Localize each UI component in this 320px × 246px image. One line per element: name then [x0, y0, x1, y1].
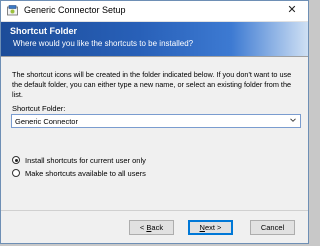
footer-divider [1, 210, 308, 211]
chevron-down-icon[interactable] [290, 117, 296, 123]
back-button[interactable]: < Back [129, 220, 174, 235]
shortcut-folder-label: Shortcut Folder: [12, 104, 66, 113]
next-button[interactable]: Next > [188, 220, 233, 235]
close-icon: ✕ [287, 4, 297, 16]
radio-all-users-label[interactable]: Make shortcuts available to all users [25, 169, 146, 178]
setup-window: Generic Connector Setup ✕ Shortcut Folde… [0, 0, 309, 244]
title-bar: Generic Connector Setup ✕ [1, 1, 308, 22]
radio-current-user-label[interactable]: Install shortcuts for current user only [25, 156, 146, 165]
shortcut-folder-value[interactable]: Generic Connector [15, 117, 78, 126]
window-title: Generic Connector Setup [24, 5, 126, 15]
cancel-button[interactable]: Cancel [250, 220, 295, 235]
page-title: Shortcut Folder [10, 26, 77, 36]
installer-icon [7, 5, 18, 16]
page-subtitle: Where would you like the shortcuts to be… [13, 39, 194, 48]
header-divider [1, 56, 308, 57]
radio-all-users-button[interactable] [12, 169, 20, 177]
description-text: The shortcut icons will be created in th… [12, 70, 292, 99]
radio-current-user-button[interactable] [12, 156, 20, 164]
shortcut-folder-combobox[interactable]: Generic Connector [11, 114, 301, 128]
page-header: Shortcut Folder Where would you like the… [1, 22, 308, 56]
close-button[interactable]: ✕ [278, 2, 306, 19]
